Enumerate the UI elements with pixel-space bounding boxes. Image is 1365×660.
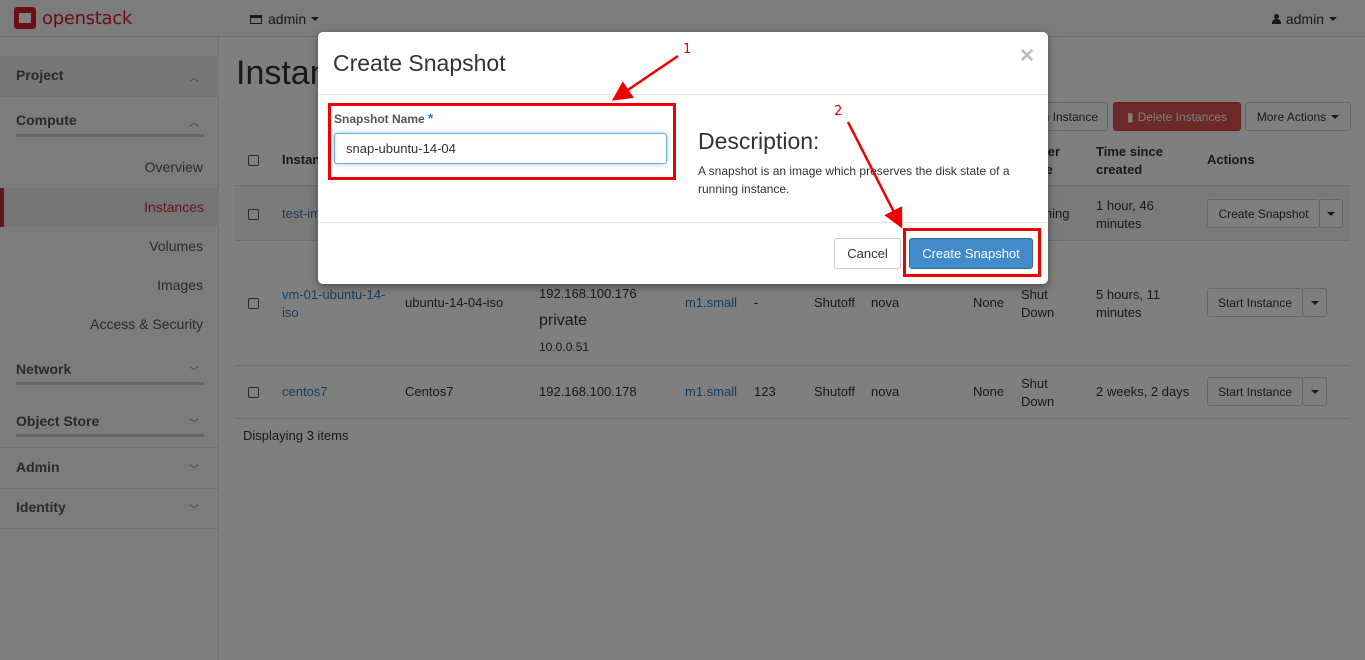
arrow-to-name-field <box>611 54 679 101</box>
arrow-to-submit <box>846 121 903 229</box>
annotation-arrows <box>611 54 903 229</box>
